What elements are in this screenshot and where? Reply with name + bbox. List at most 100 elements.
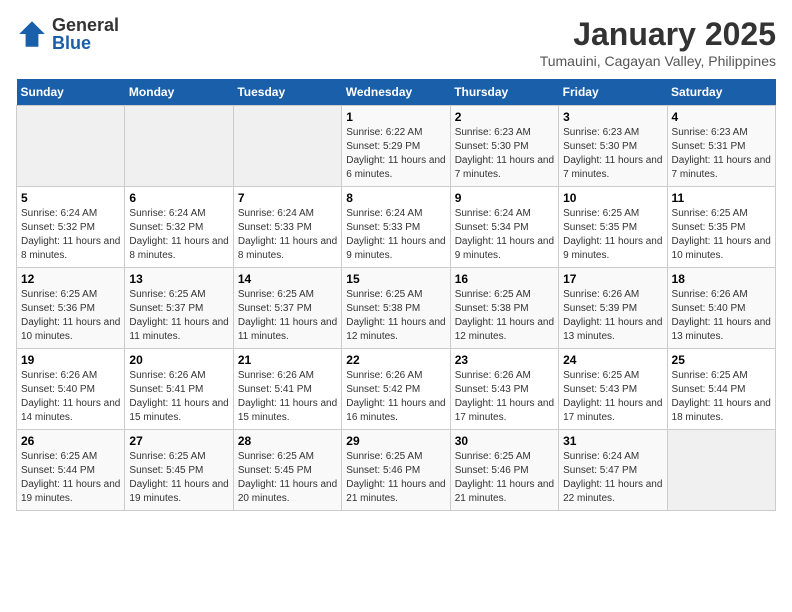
- day-info: Sunrise: 6:26 AM Sunset: 5:40 PM Dayligh…: [21, 369, 120, 425]
- calendar-table: SundayMondayTuesdayWednesdayThursdayFrid…: [16, 79, 776, 511]
- day-number: 13: [129, 272, 228, 286]
- calendar-cell: [17, 106, 125, 187]
- day-info: Sunrise: 6:25 AM Sunset: 5:38 PM Dayligh…: [455, 288, 554, 344]
- calendar-cell: [125, 106, 233, 187]
- day-number: 5: [21, 191, 120, 205]
- weekday-header-saturday: Saturday: [667, 79, 775, 106]
- day-info: Sunrise: 6:26 AM Sunset: 5:42 PM Dayligh…: [346, 369, 445, 425]
- day-number: 27: [129, 434, 228, 448]
- calendar-cell: 14 Sunrise: 6:25 AM Sunset: 5:37 PM Dayli…: [233, 268, 341, 349]
- weekday-header-tuesday: Tuesday: [233, 79, 341, 106]
- day-info: Sunrise: 6:24 AM Sunset: 5:32 PM Dayligh…: [21, 207, 120, 263]
- logo-general: General: [52, 16, 119, 34]
- day-info: Sunrise: 6:23 AM Sunset: 5:30 PM Dayligh…: [563, 126, 662, 182]
- day-info: Sunrise: 6:23 AM Sunset: 5:30 PM Dayligh…: [455, 126, 554, 182]
- logo-icon: [16, 18, 48, 50]
- day-number: 20: [129, 353, 228, 367]
- day-number: 1: [346, 110, 445, 124]
- calendar-header: SundayMondayTuesdayWednesdayThursdayFrid…: [17, 79, 776, 106]
- day-number: 9: [455, 191, 554, 205]
- calendar-cell: 4 Sunrise: 6:23 AM Sunset: 5:31 PM Daylig…: [667, 106, 775, 187]
- calendar-cell: 16Sunrise: 6:25 AM Sunset: 5:38 PM Dayli…: [450, 268, 558, 349]
- calendar-cell: 13 Sunrise: 6:25 AM Sunset: 5:37 PM Dayli…: [125, 268, 233, 349]
- weekday-header-wednesday: Wednesday: [342, 79, 450, 106]
- day-number: 25: [672, 353, 771, 367]
- weekday-header-friday: Friday: [559, 79, 667, 106]
- day-number: 2: [455, 110, 554, 124]
- day-number: 18: [672, 272, 771, 286]
- calendar-cell: 25 Sunrise: 6:25 AM Sunset: 5:44 PM Dayli…: [667, 349, 775, 430]
- day-info: Sunrise: 6:22 AM Sunset: 5:29 PM Dayligh…: [346, 126, 445, 182]
- day-info: Sunrise: 6:23 AM Sunset: 5:31 PM Dayligh…: [672, 126, 771, 182]
- day-info: Sunrise: 6:24 AM Sunset: 5:33 PM Dayligh…: [238, 207, 337, 263]
- day-info: Sunrise: 6:25 AM Sunset: 5:35 PM Dayligh…: [563, 207, 662, 263]
- day-number: 29: [346, 434, 445, 448]
- weekday-header-sunday: Sunday: [17, 79, 125, 106]
- logo-text: General Blue: [52, 16, 119, 52]
- day-info: Sunrise: 6:25 AM Sunset: 5:37 PM Dayligh…: [238, 288, 337, 344]
- day-info: Sunrise: 6:25 AM Sunset: 5:35 PM Dayligh…: [672, 207, 771, 263]
- day-info: Sunrise: 6:25 AM Sunset: 5:38 PM Dayligh…: [346, 288, 445, 344]
- day-info: Sunrise: 6:25 AM Sunset: 5:36 PM Dayligh…: [21, 288, 120, 344]
- calendar-cell: [667, 430, 775, 511]
- calendar-cell: 19 Sunrise: 6:26 AM Sunset: 5:40 PM Dayli…: [17, 349, 125, 430]
- day-info: Sunrise: 6:25 AM Sunset: 5:43 PM Dayligh…: [563, 369, 662, 425]
- day-number: 26: [21, 434, 120, 448]
- calendar-body: 1 Sunrise: 6:22 AM Sunset: 5:29 PM Daylig…: [17, 106, 776, 511]
- month-title: January 2025: [540, 16, 776, 53]
- calendar-cell: 28Sunrise: 6:25 AM Sunset: 5:45 PM Dayli…: [233, 430, 341, 511]
- day-info: Sunrise: 6:25 AM Sunset: 5:46 PM Dayligh…: [346, 450, 445, 506]
- calendar-cell: [233, 106, 341, 187]
- day-info: Sunrise: 6:25 AM Sunset: 5:44 PM Dayligh…: [672, 369, 771, 425]
- day-info: Sunrise: 6:26 AM Sunset: 5:39 PM Dayligh…: [563, 288, 662, 344]
- day-info: Sunrise: 6:25 AM Sunset: 5:37 PM Dayligh…: [129, 288, 228, 344]
- day-info: Sunrise: 6:26 AM Sunset: 5:41 PM Dayligh…: [129, 369, 228, 425]
- calendar-cell: 21 Sunrise: 6:26 AM Sunset: 5:41 PM Dayli…: [233, 349, 341, 430]
- calendar-cell: 27 Sunrise: 6:25 AM Sunset: 5:45 PM Dayli…: [125, 430, 233, 511]
- calendar-cell: 12 Sunrise: 6:25 AM Sunset: 5:36 PM Dayli…: [17, 268, 125, 349]
- day-info: Sunrise: 6:26 AM Sunset: 5:43 PM Dayligh…: [455, 369, 554, 425]
- calendar-cell: 1 Sunrise: 6:22 AM Sunset: 5:29 PM Daylig…: [342, 106, 450, 187]
- calendar-cell: 17Sunrise: 6:26 AM Sunset: 5:39 PM Dayli…: [559, 268, 667, 349]
- week-row-3: 12 Sunrise: 6:25 AM Sunset: 5:36 PM Dayli…: [17, 268, 776, 349]
- day-info: Sunrise: 6:26 AM Sunset: 5:40 PM Dayligh…: [672, 288, 771, 344]
- day-number: 3: [563, 110, 662, 124]
- calendar-cell: 31 Sunrise: 6:24 AM Sunset: 5:47 PM Dayli…: [559, 430, 667, 511]
- week-row-2: 5 Sunrise: 6:24 AM Sunset: 5:32 PM Daylig…: [17, 187, 776, 268]
- logo-blue: Blue: [52, 34, 119, 52]
- calendar-cell: 8 Sunrise: 6:24 AM Sunset: 5:33 PM Daylig…: [342, 187, 450, 268]
- day-info: Sunrise: 6:24 AM Sunset: 5:47 PM Dayligh…: [563, 450, 662, 506]
- calendar-cell: 23 Sunrise: 6:26 AM Sunset: 5:43 PM Dayli…: [450, 349, 558, 430]
- calendar-cell: 26 Sunrise: 6:25 AM Sunset: 5:44 PM Dayli…: [17, 430, 125, 511]
- calendar-cell: 10Sunrise: 6:25 AM Sunset: 5:35 PM Dayli…: [559, 187, 667, 268]
- day-number: 4: [672, 110, 771, 124]
- calendar-cell: 7 Sunrise: 6:24 AM Sunset: 5:33 PM Daylig…: [233, 187, 341, 268]
- day-number: 31: [563, 434, 662, 448]
- day-info: Sunrise: 6:25 AM Sunset: 5:44 PM Dayligh…: [21, 450, 120, 506]
- logo: General Blue: [16, 16, 119, 52]
- day-number: 21: [238, 353, 337, 367]
- day-info: Sunrise: 6:24 AM Sunset: 5:33 PM Dayligh…: [346, 207, 445, 263]
- calendar-cell: 20 Sunrise: 6:26 AM Sunset: 5:41 PM Dayli…: [125, 349, 233, 430]
- day-number: 8: [346, 191, 445, 205]
- calendar-cell: 22Sunrise: 6:26 AM Sunset: 5:42 PM Dayli…: [342, 349, 450, 430]
- day-number: 12: [21, 272, 120, 286]
- week-row-4: 19 Sunrise: 6:26 AM Sunset: 5:40 PM Dayli…: [17, 349, 776, 430]
- day-info: Sunrise: 6:24 AM Sunset: 5:32 PM Dayligh…: [129, 207, 228, 263]
- day-number: 15: [346, 272, 445, 286]
- day-info: Sunrise: 6:26 AM Sunset: 5:41 PM Dayligh…: [238, 369, 337, 425]
- page-header: General Blue January 2025 Tumauini, Caga…: [16, 16, 776, 69]
- day-number: 11: [672, 191, 771, 205]
- weekday-row: SundayMondayTuesdayWednesdayThursdayFrid…: [17, 79, 776, 106]
- location: Tumauini, Cagayan Valley, Philippines: [540, 53, 776, 69]
- day-info: Sunrise: 6:25 AM Sunset: 5:45 PM Dayligh…: [129, 450, 228, 506]
- calendar-cell: 29 Sunrise: 6:25 AM Sunset: 5:46 PM Dayli…: [342, 430, 450, 511]
- day-info: Sunrise: 6:25 AM Sunset: 5:46 PM Dayligh…: [455, 450, 554, 506]
- calendar-cell: 5 Sunrise: 6:24 AM Sunset: 5:32 PM Daylig…: [17, 187, 125, 268]
- day-number: 19: [21, 353, 120, 367]
- calendar-cell: 6Sunrise: 6:24 AM Sunset: 5:32 PM Daylig…: [125, 187, 233, 268]
- day-number: 7: [238, 191, 337, 205]
- day-number: 23: [455, 353, 554, 367]
- day-number: 14: [238, 272, 337, 286]
- calendar-cell: 9Sunrise: 6:24 AM Sunset: 5:34 PM Daylig…: [450, 187, 558, 268]
